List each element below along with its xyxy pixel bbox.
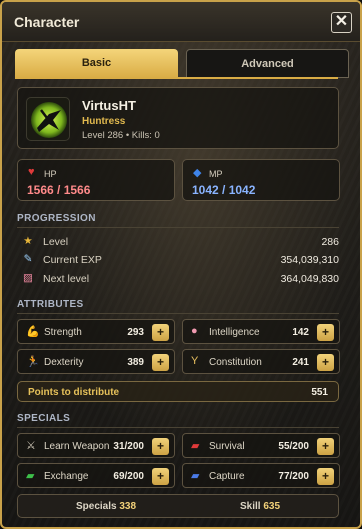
attribute-value: 293 <box>127 327 144 338</box>
hp-value: 1566 / 1566 <box>27 183 91 197</box>
special-label: Survival <box>209 441 245 452</box>
progression-heading: PROGRESSION <box>17 213 96 224</box>
constitution-icon: Y <box>191 355 199 367</box>
points-label: Points to distribute <box>28 387 120 398</box>
mp-box: ◆ MP 1042 / 1042 <box>182 159 340 201</box>
divider <box>17 427 339 428</box>
mp-label: MP <box>209 169 223 179</box>
special-learn-weapon: ⚔ Learn Weapon 31/200 + <box>17 433 175 458</box>
points-to-distribute: Points to distribute 551 <box>17 381 339 402</box>
attribute-label: Constitution <box>209 357 262 368</box>
progression-value: 364,049,830 <box>280 273 339 285</box>
attribute-dexterity: 🏃 Dexterity 389 + <box>17 349 175 374</box>
increase-intelligence-button[interactable]: + <box>317 324 334 341</box>
attribute-constitution: Y Constitution 241 + <box>182 349 340 374</box>
attributes-heading: ATTRIBUTES <box>17 299 84 310</box>
capture-icon: ▰ <box>191 470 200 482</box>
attribute-label: Dexterity <box>44 357 84 368</box>
hp-box: ♥ HP 1566 / 1566 <box>17 159 175 201</box>
attribute-intelligence: ● Intelligence 142 + <box>182 319 340 344</box>
special-value: 69/200 <box>113 471 144 482</box>
progression-label: Current EXP <box>43 254 102 266</box>
increase-constitution-button[interactable]: + <box>317 354 334 371</box>
exchange-icon: ▰ <box>26 470 35 482</box>
progression-row-next: ▨ Next level 364,049,830 <box>19 272 339 288</box>
progression-label: Next level <box>43 273 90 285</box>
special-survival: ▰ Survival 55/200 + <box>182 433 340 458</box>
character-class: Huntress <box>82 116 126 127</box>
attribute-strength: 💪 Strength 293 + <box>17 319 175 344</box>
attribute-label: Strength <box>44 327 82 338</box>
survival-icon: ▰ <box>191 440 200 452</box>
tab-advanced[interactable]: Advanced <box>186 49 349 78</box>
dexterity-icon: 🏃 <box>26 356 40 368</box>
strength-icon: 💪 <box>26 326 40 338</box>
avatar <box>26 97 70 141</box>
special-label: Learn Weapon <box>44 441 110 452</box>
specials-total-label: Specials <box>76 501 117 512</box>
specials-heading: SPECIALS <box>17 413 71 424</box>
increase-learn-weapon-button[interactable]: + <box>152 438 169 455</box>
level-kills-line: Level 286 • Kills: 0 <box>82 130 160 141</box>
increase-survival-button[interactable]: + <box>317 438 334 455</box>
star-icon: ★ <box>23 235 33 247</box>
special-label: Capture <box>209 471 245 482</box>
points-value: 551 <box>311 387 328 398</box>
tab-basic[interactable]: Basic <box>15 49 178 78</box>
increase-dexterity-button[interactable]: + <box>152 354 169 371</box>
chart-icon: ▨ <box>23 272 33 284</box>
divider <box>17 227 339 228</box>
heart-icon: ♥ <box>28 166 35 178</box>
increase-capture-button[interactable]: + <box>317 468 334 485</box>
divider <box>17 313 339 314</box>
skill-total-value: 635 <box>263 501 281 512</box>
sword-icon: ⚔ <box>26 440 36 452</box>
progression-row-level: ★ Level 286 <box>19 235 339 251</box>
progression-value: 354,039,310 <box>280 254 339 266</box>
close-button[interactable]: ✕ <box>331 12 352 33</box>
attribute-value: 142 <box>292 327 309 338</box>
intelligence-icon: ● <box>191 325 198 337</box>
progression-value: 286 <box>321 236 339 248</box>
tab-underline <box>15 77 338 79</box>
increase-strength-button[interactable]: + <box>152 324 169 341</box>
special-value: 31/200 <box>113 441 144 452</box>
character-name: VirtusHT <box>82 98 136 113</box>
mana-gem-icon: ◆ <box>193 167 202 179</box>
progression-label: Level <box>43 236 69 248</box>
special-label: Exchange <box>44 471 89 482</box>
progression-row-exp: ✎ Current EXP 354,039,310 <box>19 253 339 269</box>
attribute-value: 241 <box>292 357 309 368</box>
special-value: 77/200 <box>278 471 309 482</box>
window-title: Character <box>14 14 80 30</box>
summary-footer: Specials 338 Skill 635 <box>17 494 339 518</box>
exp-icon: ✎ <box>23 253 33 265</box>
increase-exchange-button[interactable]: + <box>152 468 169 485</box>
specials-total: Specials 338 <box>76 501 136 512</box>
attribute-label: Intelligence <box>209 327 260 338</box>
profile-card: VirtusHT Huntress Level 286 • Kills: 0 <box>17 87 339 149</box>
huntress-emblem-icon <box>31 102 67 138</box>
special-value: 55/200 <box>278 441 309 452</box>
title-bar: Character ✕ <box>2 2 360 42</box>
specials-total-value: 338 <box>119 501 137 512</box>
mp-value: 1042 / 1042 <box>192 183 256 197</box>
character-window: Character ✕ Basic Advanced VirtusHT Hunt… <box>0 0 362 529</box>
hp-label: HP <box>44 169 57 179</box>
close-icon: ✕ <box>334 13 349 30</box>
attribute-value: 389 <box>127 357 144 368</box>
skill-total-label: Skill <box>240 501 261 512</box>
special-capture: ▰ Capture 77/200 + <box>182 463 340 488</box>
special-exchange: ▰ Exchange 69/200 + <box>17 463 175 488</box>
skill-total: Skill 635 <box>240 501 280 512</box>
